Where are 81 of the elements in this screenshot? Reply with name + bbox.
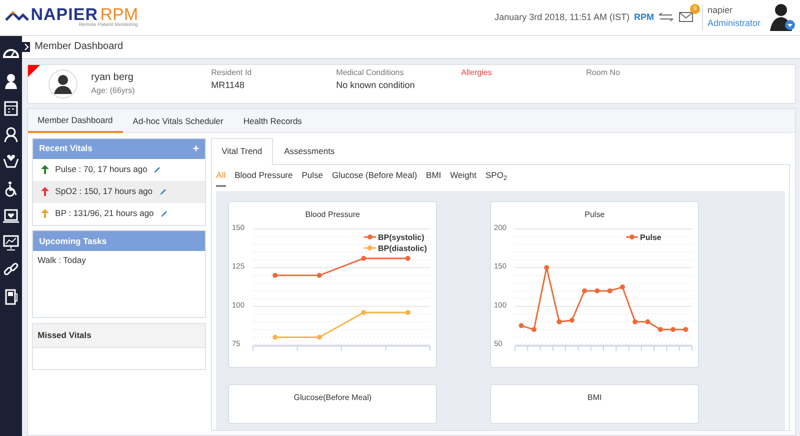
vital-item[interactable]: BP : 131/96, 21 hours ago bbox=[33, 202, 206, 225]
calendar-icon[interactable] bbox=[2, 98, 20, 117]
data-point bbox=[317, 273, 322, 278]
data-point bbox=[582, 288, 588, 294]
legend-marker-icon bbox=[626, 234, 638, 240]
legend-label: BP(systolic) bbox=[378, 233, 424, 242]
data-point bbox=[658, 327, 664, 332]
vital-text: BP : 131/96, 21 hours ago bbox=[55, 207, 154, 220]
app-link[interactable]: RPM bbox=[634, 10, 654, 24]
chart-title: Glucose(Before Meal) bbox=[292, 392, 373, 404]
data-point bbox=[272, 335, 278, 340]
data-point bbox=[570, 318, 575, 324]
patient-avatar-icon bbox=[48, 68, 78, 99]
data-point bbox=[272, 273, 278, 278]
panel-title: Recent Vitals bbox=[39, 142, 92, 156]
page-title: Member Dashboard bbox=[34, 40, 124, 54]
data-point bbox=[607, 288, 612, 294]
pencil-icon[interactable] bbox=[153, 166, 162, 174]
filter-tab[interactable]: Weight bbox=[450, 169, 476, 185]
mail-icon[interactable] bbox=[678, 12, 693, 22]
vital-item[interactable]: Pulse : 70, 17 hours ago bbox=[33, 158, 206, 181]
data-point bbox=[594, 288, 600, 294]
field-label: Room No bbox=[586, 67, 621, 80]
brand-name: NAPIER bbox=[30, 6, 98, 24]
vital-text: SpO2 : 150, 17 hours ago bbox=[55, 185, 153, 198]
user-avatar-icon[interactable] bbox=[770, 2, 796, 32]
tab[interactable]: Assessments bbox=[273, 138, 346, 164]
user-role: Administrator bbox=[707, 17, 760, 30]
data-point bbox=[532, 327, 537, 332]
tab[interactable]: Ad-hoc Vitals Scheduler bbox=[122, 109, 234, 134]
task-item: Walk : Today bbox=[36, 254, 87, 266]
tab[interactable]: Health Records bbox=[233, 109, 312, 134]
field-label: Resident Id bbox=[211, 67, 253, 80]
laptop-heart-icon[interactable] bbox=[2, 206, 20, 225]
data-point bbox=[406, 310, 411, 316]
patient-name: ryan berg bbox=[91, 71, 134, 86]
data-point bbox=[683, 327, 688, 332]
field-value: MR1148 bbox=[211, 79, 246, 92]
data-point bbox=[518, 323, 524, 328]
pencil-icon[interactable] bbox=[158, 188, 167, 196]
vital-item[interactable]: SpO2 : 150, 17 hours ago bbox=[33, 180, 206, 203]
field-value: No known condition bbox=[336, 79, 416, 92]
data-point bbox=[620, 284, 626, 290]
pencil-icon[interactable] bbox=[160, 210, 168, 218]
data-point bbox=[670, 327, 676, 332]
chart-title: BMI bbox=[586, 392, 603, 404]
panel-title: Missed Vitals bbox=[33, 324, 206, 348]
data-point bbox=[317, 335, 322, 340]
monitor-chart-icon[interactable] bbox=[2, 234, 20, 252]
chart-title: Pulse bbox=[584, 209, 606, 222]
tab[interactable]: Vital Trend bbox=[210, 138, 274, 165]
panel-title: Upcoming Tasks bbox=[33, 231, 206, 252]
data-point bbox=[361, 310, 366, 316]
filter-tab[interactable]: Glucose (Before Meal) bbox=[332, 169, 418, 185]
tab[interactable]: Member Dashboard bbox=[28, 109, 123, 134]
field-label: Allergies bbox=[461, 67, 493, 80]
legend-label: BP(diastolic) bbox=[378, 244, 428, 254]
swap-arrows-icon[interactable] bbox=[658, 12, 674, 22]
patient-age: Age: (66yrs) bbox=[91, 85, 136, 98]
data-point bbox=[645, 320, 650, 325]
legend-label: Pulse bbox=[640, 233, 662, 242]
brand-suffix: RPM bbox=[100, 6, 138, 24]
hands-heart-icon[interactable] bbox=[2, 152, 20, 171]
chart-title: Blood Pressure bbox=[304, 209, 361, 222]
filter-tab[interactable]: Pulse bbox=[302, 169, 323, 185]
data-point bbox=[406, 256, 411, 262]
person-icon[interactable] bbox=[2, 126, 20, 144]
data-point bbox=[556, 320, 562, 325]
field-label: Medical Conditions bbox=[336, 67, 405, 80]
data-point bbox=[544, 265, 550, 270]
user-name: napier bbox=[707, 4, 734, 17]
data-point bbox=[632, 320, 638, 325]
filter-tab[interactable]: Blood Pressure bbox=[234, 169, 293, 185]
legend-marker-icon bbox=[364, 234, 376, 240]
vital-text: Pulse : 70, 17 hours ago bbox=[55, 163, 148, 176]
data-point bbox=[361, 256, 366, 262]
filter-tab[interactable]: BMI bbox=[426, 169, 442, 185]
chevron-right-icon[interactable] bbox=[22, 42, 30, 52]
legend-marker-icon bbox=[364, 246, 376, 251]
date-time: January 3rd 2018, 11:51 AM (IST) bbox=[494, 10, 630, 24]
filter-tab[interactable]: SPO$_{2}$ bbox=[485, 169, 507, 185]
